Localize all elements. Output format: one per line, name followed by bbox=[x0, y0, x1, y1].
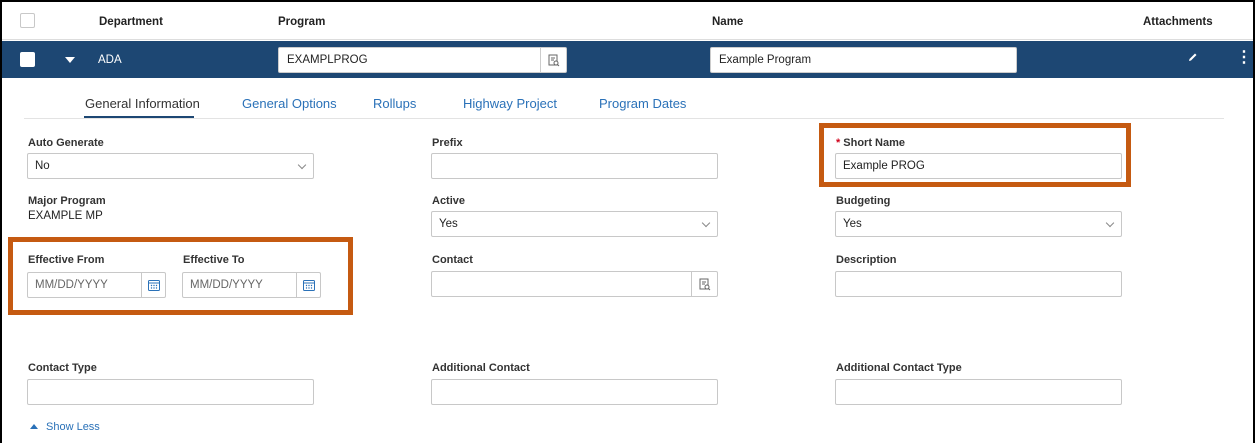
chevron-down-icon bbox=[297, 160, 307, 170]
caret-down-icon[interactable] bbox=[65, 57, 75, 63]
active-value: Yes bbox=[439, 218, 458, 230]
show-less-label: Show Less bbox=[46, 421, 100, 433]
contact-type-input[interactable] bbox=[27, 379, 314, 405]
chevron-down-icon bbox=[701, 218, 711, 228]
chevron-down-icon bbox=[1105, 218, 1115, 228]
additional-contact-type-input[interactable] bbox=[835, 379, 1122, 405]
tab-program-dates[interactable]: Program Dates bbox=[599, 96, 686, 111]
description-input[interactable] bbox=[835, 271, 1122, 297]
additional-contact-input[interactable] bbox=[431, 379, 718, 405]
highlight-box-effective-dates bbox=[8, 237, 353, 315]
prefix-label: Prefix bbox=[432, 137, 463, 149]
column-header-attachments[interactable]: Attachments bbox=[1143, 16, 1213, 28]
active-select[interactable]: Yes bbox=[431, 211, 718, 237]
row-department: ADA bbox=[98, 54, 122, 66]
tab-rollups[interactable]: Rollups bbox=[373, 96, 416, 111]
column-header-department[interactable]: Department bbox=[99, 16, 163, 28]
tab-general-options[interactable]: General Options bbox=[242, 96, 337, 111]
program-value: EXAMPLPROG bbox=[287, 54, 368, 66]
budgeting-select[interactable]: Yes bbox=[835, 211, 1122, 237]
record-row: ADA EXAMPLPROG Example Program ⋮ bbox=[2, 41, 1253, 78]
budgeting-value: Yes bbox=[843, 218, 862, 230]
row-checkbox[interactable] bbox=[20, 52, 35, 67]
major-program-label: Major Program bbox=[28, 195, 106, 207]
pencil-icon[interactable] bbox=[1187, 52, 1198, 66]
major-program-value: EXAMPLE MP bbox=[28, 210, 103, 222]
grid-header-row: Department Program Name Attachments bbox=[2, 2, 1253, 40]
additional-contact-type-label: Additional Contact Type bbox=[836, 362, 962, 374]
active-tab-indicator bbox=[84, 116, 194, 118]
additional-contact-label: Additional Contact bbox=[432, 362, 530, 374]
auto-generate-value: No bbox=[35, 160, 50, 172]
select-all-checkbox[interactable] bbox=[20, 13, 35, 28]
active-label: Active bbox=[432, 195, 466, 207]
lookup-icon[interactable] bbox=[540, 48, 566, 72]
lookup-icon[interactable] bbox=[691, 272, 717, 296]
budgeting-label: Budgeting bbox=[836, 195, 891, 207]
tab-highway-project[interactable]: Highway Project bbox=[463, 96, 557, 111]
highlight-box-short-name bbox=[819, 123, 1131, 187]
name-input[interactable]: Example Program bbox=[710, 47, 1017, 73]
column-header-program[interactable]: Program bbox=[278, 16, 325, 28]
tab-divider bbox=[24, 118, 1224, 119]
tab-general-information[interactable]: General Information bbox=[85, 96, 200, 111]
kebab-menu-icon[interactable]: ⋮ bbox=[1236, 50, 1252, 66]
contact-label: Contact bbox=[432, 254, 473, 266]
contact-input[interactable] bbox=[431, 271, 718, 297]
description-label: Description bbox=[836, 254, 897, 266]
auto-generate-label: Auto Generate bbox=[28, 137, 104, 149]
prefix-input[interactable] bbox=[431, 153, 718, 179]
auto-generate-select[interactable]: No bbox=[27, 153, 314, 179]
column-header-name[interactable]: Name bbox=[712, 16, 743, 28]
caret-up-icon bbox=[30, 424, 38, 429]
contact-type-label: Contact Type bbox=[28, 362, 97, 374]
program-input[interactable]: EXAMPLPROG bbox=[278, 47, 567, 73]
show-less-link[interactable]: Show Less bbox=[30, 421, 100, 433]
